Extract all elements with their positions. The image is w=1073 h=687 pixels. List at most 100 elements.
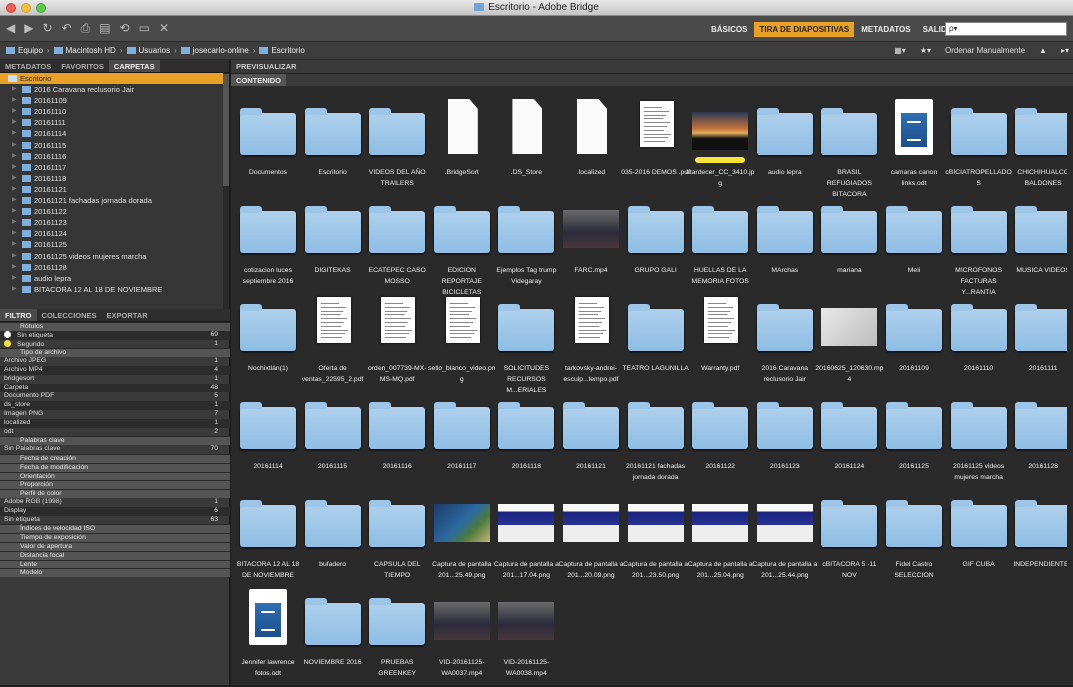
folder-tree-item[interactable]: ▶ 20161124 bbox=[0, 228, 229, 239]
content-item[interactable]: MArchas bbox=[752, 195, 818, 295]
disclosure-triangle-icon[interactable]: ▶ bbox=[12, 239, 17, 250]
content-item[interactable]: ECATEPEC CASO MOSSO bbox=[364, 195, 430, 295]
left-panel-tab[interactable]: CARPETAS bbox=[108, 60, 160, 72]
content-item[interactable]: bufadero bbox=[300, 489, 366, 589]
content-item[interactable]: 20161109 bbox=[881, 293, 947, 393]
content-item[interactable]: Documentos bbox=[235, 97, 301, 197]
content-item[interactable]: MICROFONOS FACTURAS Y...RANTIA bbox=[946, 195, 1012, 296]
disclosure-triangle-icon[interactable]: ▶ bbox=[12, 106, 17, 117]
breadcrumb-item[interactable]: Usuarios bbox=[139, 46, 171, 55]
filter-category[interactable]: Rótulos bbox=[0, 322, 230, 331]
breadcrumb-item[interactable]: Macintosh HD bbox=[66, 46, 116, 55]
workspace-tab[interactable]: METADATOS bbox=[856, 22, 915, 37]
content-item[interactable]: DIGITEKAS bbox=[300, 195, 366, 295]
breadcrumb-item[interactable]: Escritorio bbox=[271, 46, 304, 55]
close-button[interactable] bbox=[6, 3, 16, 13]
filter-item[interactable]: localized 1 bbox=[0, 418, 230, 428]
content-item[interactable]: Fidel Castro SELECCION bbox=[881, 489, 947, 589]
content-item[interactable]: GIF CUBA bbox=[946, 489, 1012, 589]
filter-item[interactable]: Sin Palabras clave 70 bbox=[0, 445, 230, 454]
filter-item[interactable]: ds_store 1 bbox=[0, 401, 230, 410]
workspace-tab[interactable]: BÁSICOS bbox=[706, 22, 752, 37]
disclosure-triangle-icon[interactable]: ▶ bbox=[12, 217, 17, 228]
disclosure-triangle-icon[interactable]: ▶ bbox=[12, 128, 17, 139]
folder-tree-item[interactable]: ▶ 20161109 bbox=[0, 95, 229, 106]
content-item[interactable]: atardecer_CC_3410.jpg bbox=[686, 97, 754, 197]
content-item[interactable]: SOLICITUDES RECURSOS M...ERIALES bbox=[493, 293, 559, 394]
content-item[interactable]: audio lepra bbox=[752, 97, 818, 197]
forward-icon[interactable]: ▶ bbox=[24, 21, 33, 36]
disclosure-triangle-icon[interactable]: ▶ bbox=[12, 151, 17, 162]
content-item[interactable]: cBICIATROPELLADOS bbox=[945, 97, 1012, 197]
disclosure-triangle-icon[interactable]: ▶ bbox=[12, 84, 17, 95]
content-item[interactable]: mariana bbox=[816, 195, 882, 295]
folder-tree-item[interactable]: ▶ 20161125 videos mujeres marcha bbox=[0, 251, 229, 262]
folder-tree-item[interactable]: ▶ 20161122 bbox=[0, 206, 229, 217]
content-item[interactable]: Captura de pantalla a 201...25.44.png bbox=[752, 489, 818, 589]
content-item[interactable]: 20160625_120630.mp4 bbox=[815, 293, 883, 393]
content-item[interactable]: 20161117 bbox=[429, 391, 495, 491]
sort-direction-icon[interactable]: ▲ bbox=[1039, 42, 1047, 60]
content-item[interactable]: 20161122 bbox=[687, 391, 753, 491]
folder-tree-item[interactable]: ▶ 20161121 bbox=[0, 184, 229, 195]
content-item[interactable]: VID-20161125-WA0038.mp4 bbox=[493, 587, 559, 687]
filter-item[interactable]: Segundo 1 bbox=[0, 339, 230, 349]
content-item[interactable]: Captura de pantalla a 201...20.09.png bbox=[558, 489, 624, 589]
filter-item[interactable]: Imagen PNG 7 bbox=[0, 410, 230, 419]
content-item[interactable]: INDEPENDIENTES bbox=[1010, 489, 1073, 589]
folder-scrollbar[interactable] bbox=[223, 74, 229, 186]
folder-tree-item[interactable]: ▶ 20161128 bbox=[0, 262, 229, 273]
disclosure-triangle-icon[interactable]: ▶ bbox=[12, 162, 17, 173]
content-item[interactable]: Captura de pantalla 201...25.49.png bbox=[429, 489, 495, 589]
disclosure-triangle-icon[interactable]: ▶ bbox=[12, 228, 17, 239]
minimize-button[interactable] bbox=[21, 3, 31, 13]
disclosure-triangle-icon[interactable]: ▶ bbox=[12, 273, 17, 284]
disclosure-triangle-icon[interactable]: ▶ bbox=[12, 195, 17, 206]
content-item[interactable]: VIDEOS DEL AÑO TRAILERS bbox=[364, 97, 430, 197]
camera-icon[interactable]: ⎙ bbox=[81, 21, 91, 36]
content-item[interactable]: CAPSULA DEL TIEMPO bbox=[364, 489, 430, 589]
disclosure-triangle-icon[interactable]: ▶ bbox=[12, 284, 17, 295]
sort-dropdown[interactable]: Ordenar Manualmente bbox=[945, 42, 1025, 60]
content-item[interactable]: cotizacion luces septiembre 2016 bbox=[235, 195, 301, 295]
content-item[interactable]: cBITACORA 5 -11 NOV bbox=[816, 489, 882, 589]
disclosure-triangle-icon[interactable]: ▶ bbox=[12, 117, 17, 128]
rotate-icon[interactable]: ⟲ bbox=[120, 21, 130, 36]
filter-panel-tab[interactable]: COLECCIONES bbox=[37, 309, 102, 321]
filter-category[interactable]: Proporción bbox=[0, 480, 230, 490]
content-item[interactable]: 20161125 bbox=[881, 391, 947, 491]
content-item[interactable]: Captura de pantalla a 201...23.50.png bbox=[623, 489, 689, 589]
disclosure-triangle-icon[interactable]: ▶ bbox=[12, 262, 17, 273]
content-item[interactable]: PRUEBAS GREENKEY bbox=[364, 587, 430, 687]
content-item[interactable]: BITACORA 12 AL 18 DE NOVIEMBRE bbox=[235, 489, 301, 589]
filter-item[interactable]: Archivo JPEG 1 bbox=[0, 357, 230, 366]
content-item[interactable]: 20161124 bbox=[816, 391, 882, 491]
filter-item[interactable]: odt 2 bbox=[0, 428, 230, 437]
zoom-button[interactable] bbox=[36, 3, 46, 13]
content-item[interactable]: Meli bbox=[881, 195, 947, 295]
content-item[interactable]: .localized bbox=[558, 97, 624, 197]
filter-category[interactable]: Distancia focal bbox=[0, 550, 230, 560]
filter-item[interactable]: Documento PDF 5 bbox=[0, 392, 230, 401]
left-panel-tab[interactable]: METADATOS bbox=[0, 60, 56, 72]
content-scrollbar[interactable] bbox=[1067, 91, 1073, 685]
content-item[interactable]: 20161114 bbox=[235, 391, 301, 491]
folder-tree-item[interactable]: ▶ 20161118 bbox=[0, 173, 229, 184]
content-item[interactable]: 20161125 videos mujeres marcha bbox=[946, 391, 1012, 491]
folder-tree-item[interactable]: ▶ 20161123 bbox=[0, 217, 229, 228]
content-item[interactable]: Oferta de ventas_22595_2.pdf bbox=[300, 293, 366, 393]
content-item[interactable]: BRASIL REFUGIADOS BITACORA bbox=[816, 97, 882, 198]
filter-category[interactable]: Valor de apertura bbox=[0, 541, 230, 551]
disclosure-triangle-icon[interactable]: ▶ bbox=[12, 251, 17, 262]
breadcrumb-item[interactable]: josecario-online bbox=[193, 46, 249, 55]
content-item[interactable]: FARC.mp4 bbox=[558, 195, 624, 295]
disclosure-triangle-icon[interactable]: ▶ bbox=[12, 140, 17, 151]
content-item[interactable]: NOVIEMBRE 2016 bbox=[300, 587, 366, 687]
breadcrumb-item[interactable]: Equipo bbox=[18, 46, 43, 55]
back-icon[interactable]: ◀ bbox=[6, 21, 15, 36]
search-input[interactable]: ρ▾ bbox=[945, 22, 1067, 36]
content-item[interactable]: 20161111 bbox=[1010, 293, 1073, 393]
content-item[interactable]: 20161110 bbox=[946, 293, 1012, 393]
open-recent-icon[interactable]: ▸▾ bbox=[1061, 42, 1069, 60]
filter-category[interactable]: Lente bbox=[0, 559, 230, 569]
